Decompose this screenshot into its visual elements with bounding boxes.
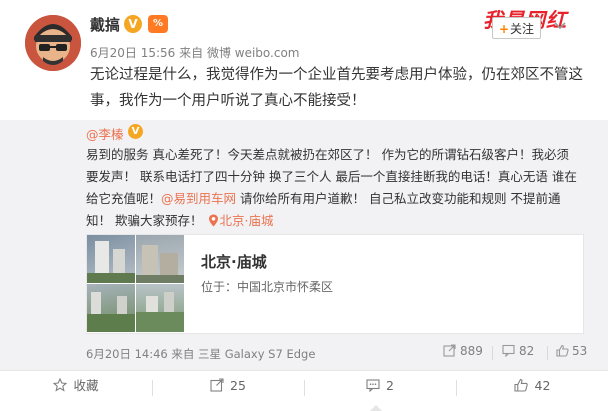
post-date[interactable]: 6月20日 15:56 [90,46,175,60]
location-tag-label: 北京·庙城 [219,213,274,228]
follow-label: 关注 [510,22,535,36]
divider [492,346,493,360]
thumbs-up-icon [556,344,569,357]
follow-button[interactable]: +关注 [492,17,541,39]
repost-comment-stat[interactable]: 82 [502,344,534,358]
like-button[interactable]: 42 [456,371,608,410]
repost-username[interactable]: @李榛 [86,124,124,143]
comment-icon [366,379,380,392]
username[interactable]: 戴搞 [90,14,120,35]
location-photo[interactable] [136,284,184,332]
like-count: 42 [534,378,551,393]
verified-badge-icon: V [128,124,143,139]
reposted-weibo[interactable]: @李榛 V 易到的服务 真心差死了！今天差点就被扔在郊区了！ 作为它的所谓钻石级… [0,120,608,370]
location-photo[interactable] [87,235,135,283]
member-level-icon: % [148,15,168,33]
location-card[interactable]: 北京·庙城 位于：中国北京市怀柔区 [86,234,584,334]
share-button[interactable]: 25 [152,371,304,410]
star-icon [53,378,68,392]
favorite-label: 收藏 [73,378,99,393]
active-tab-indicator [370,405,382,411]
favorite-button[interactable]: 收藏 [0,371,152,410]
repost-date[interactable]: 6月20日 14:46 [86,347,168,361]
repost-share-count: 889 [460,344,483,358]
chevron-down-icon[interactable] [552,17,568,33]
place-name[interactable]: 北京·庙城 [201,251,267,272]
post-source: 来自 微博 weibo.com [179,46,300,60]
comment-count: 2 [386,378,394,393]
mention-link[interactable]: @易到用车网 [161,191,236,206]
repost-source: 来自 三星 Galaxy S7 Edge [171,347,316,361]
repost-like-stat[interactable]: 53 [556,344,587,358]
post-text: 无论过程是什么，我觉得作为一个企业首先要考虑用户体验，仍在郊区不管这事，我作为一… [90,67,583,109]
repost-like-count: 53 [572,344,588,358]
share-icon [210,378,224,392]
weibo-card: 戴搞 V % 6月20日 15:56 来自 微博 weibo.com 我是网红 … [0,0,608,411]
location-pin-icon [209,214,219,227]
location-tag[interactable]: 北京·庙城 [206,213,273,228]
action-bar: 收藏 25 2 42 [0,370,608,411]
location-photo[interactable] [136,235,184,283]
verified-badge-icon: V [124,15,142,33]
share-icon [443,344,456,357]
user-avatar[interactable] [25,15,81,71]
repost-share-stat[interactable]: 889 [443,344,483,358]
comment-icon [502,344,515,358]
repost-meta: 6月20日 14:46 来自 三星 Galaxy S7 Edge [86,346,315,362]
repost-comment-count: 82 [519,344,535,358]
plus-icon: + [498,22,510,36]
place-address: 位于：中国北京市怀柔区 [201,280,334,294]
post-meta: 6月20日 15:56 来自 微博 weibo.com [90,44,300,61]
share-count: 25 [230,378,246,393]
location-photo[interactable] [87,284,135,332]
thumbs-up-icon [513,378,528,392]
repost-text: 易到的服务 真心差死了！今天差点就被扔在郊区了！ 作为它的所谓钻石级客户！我必须… [86,144,578,232]
divider [547,346,548,360]
